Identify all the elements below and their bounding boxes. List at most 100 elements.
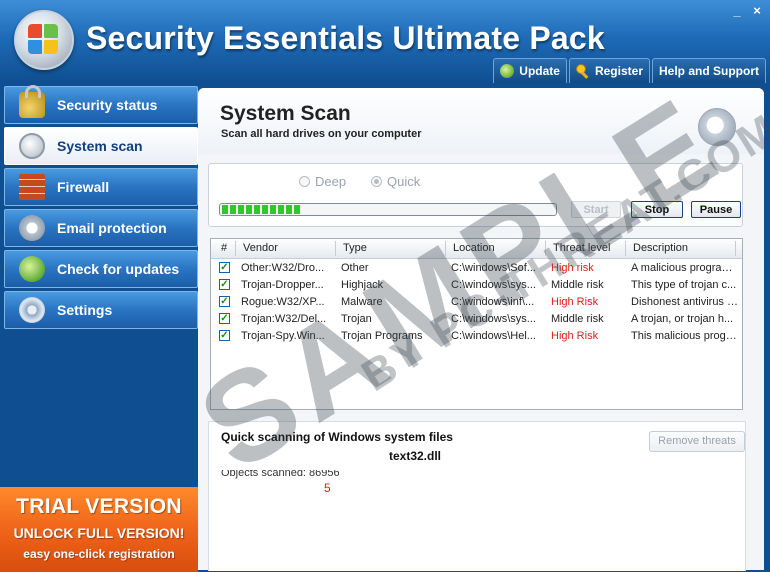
location-cell: C:\windows\Hel... xyxy=(451,330,536,342)
description-cell: A malicious program ... xyxy=(631,262,739,274)
sidebar-item-label: Firewall xyxy=(57,179,110,195)
col-description[interactable]: Description xyxy=(633,242,688,254)
remove-threats-button[interactable]: Remove threats xyxy=(649,431,745,452)
trial-title: TRIAL VERSION xyxy=(16,495,182,518)
vendor-cell: Trojan-Dropper... xyxy=(241,279,324,291)
sidebar-item-label: Security status xyxy=(57,97,158,113)
scan-controls: Deep Quick Start Stop Pause xyxy=(208,163,743,227)
main-header: System Scan Scan all hard drives on your… xyxy=(198,88,764,154)
main-panel: System Scan Scan all hard drives on your… xyxy=(198,88,764,571)
sidebar-item-system-scan[interactable]: System scan xyxy=(4,127,198,165)
close-button[interactable]: × xyxy=(750,4,764,18)
sidebar-item-settings[interactable]: Settings xyxy=(4,291,198,329)
row-checkbox[interactable]: ✓ xyxy=(219,330,230,341)
update-icon xyxy=(500,64,515,78)
sidebar: Security status System scan Firewall Ema… xyxy=(4,85,198,486)
register-button[interactable]: Register xyxy=(568,58,650,83)
app-logo-icon xyxy=(14,10,74,70)
col-threat-level[interactable]: Threat level xyxy=(553,242,610,254)
trial-banner[interactable]: TRIAL VERSION UNLOCK FULL VERSION! easy … xyxy=(0,487,198,572)
scan-status-panel: Quick scanning of Windows system files t… xyxy=(208,421,746,571)
sidebar-item-label: Email protection xyxy=(57,220,167,236)
pause-button[interactable]: Pause xyxy=(691,201,741,218)
scan-progress-bar xyxy=(219,203,557,216)
vendor-cell: Trojan-Spy.Win... xyxy=(241,330,325,342)
table-row[interactable]: ✓ Trojan-Spy.Win... Trojan Programs C:\wind… xyxy=(211,328,742,345)
threat-level-cell: Middle risk xyxy=(551,279,604,291)
top-toolbar: Update Register Help and Support xyxy=(493,58,766,83)
col-number[interactable]: # xyxy=(221,242,227,254)
start-button[interactable]: Start xyxy=(571,201,621,218)
col-type[interactable]: Type xyxy=(343,242,367,254)
vendor-cell: Rogue:W32/XP... xyxy=(241,296,325,308)
quick-label: Quick xyxy=(387,174,421,189)
help-label: Help and Support xyxy=(659,64,759,78)
sidebar-item-check-updates[interactable]: Check for updates xyxy=(4,250,198,288)
location-cell: C:\windows\inf\... xyxy=(451,296,535,308)
title-bar: Security Essentials Ultimate Pack _ × Up… xyxy=(0,0,770,83)
type-cell: Other xyxy=(341,262,369,274)
radio-circle-icon xyxy=(299,176,310,187)
table-row[interactable]: ✓ Rogue:W32/XP... Malware C:\windows\inf\..… xyxy=(211,294,742,311)
minimize-button[interactable]: _ xyxy=(730,4,744,18)
vendor-cell: Other:W32/Dro... xyxy=(241,262,325,274)
sidebar-item-label: System scan xyxy=(57,138,143,154)
deep-label: Deep xyxy=(315,174,347,189)
update-button[interactable]: Update xyxy=(493,58,567,83)
type-cell: Trojan xyxy=(341,313,372,325)
help-support-button[interactable]: Help and Support xyxy=(652,58,766,83)
col-location[interactable]: Location xyxy=(453,242,495,254)
row-checkbox[interactable]: ✓ xyxy=(219,313,230,324)
location-cell: C:\windows\Sof... xyxy=(451,262,536,274)
table-header: # Vendor Type Location Threat level Desc… xyxy=(211,239,742,259)
table-row[interactable]: ✓ Trojan:W32/Del... Trojan C:\windows\sys..… xyxy=(211,311,742,328)
description-cell: This type of trojan c... xyxy=(631,279,737,291)
row-checkbox[interactable]: ✓ xyxy=(219,296,230,307)
registration-text: easy one-click registration xyxy=(23,547,175,561)
scan-status-title: Quick scanning of Windows system files xyxy=(221,430,453,444)
table-row[interactable]: ✓ Trojan-Dropper... Highjack C:\windows\sys… xyxy=(211,277,742,294)
quick-scan-radio[interactable]: Quick xyxy=(371,174,420,189)
threats-count: 5 xyxy=(324,481,331,495)
email-icon xyxy=(19,215,45,241)
page-subtitle: Scan all hard drives on your computer xyxy=(221,128,422,140)
scan-icon xyxy=(19,133,45,159)
sidebar-item-email-protection[interactable]: Email protection xyxy=(4,209,198,247)
threat-level-cell: High risk xyxy=(551,262,594,274)
threat-level-cell: High Risk xyxy=(551,330,599,342)
update-icon xyxy=(19,256,45,282)
description-cell: This malicious progra... xyxy=(631,330,739,342)
firewall-icon xyxy=(19,174,45,200)
type-cell: Highjack xyxy=(341,279,384,291)
gear-icon xyxy=(19,297,45,323)
objects-scanned: Objects scanned: 86956 xyxy=(221,467,340,479)
description-cell: Dishonest antivirus s... xyxy=(631,296,739,308)
page-title: System Scan xyxy=(220,102,351,125)
table-row[interactable]: ✓ Other:W32/Dro... Other C:\windows\Sof... H… xyxy=(211,260,742,277)
unlock-text: UNLOCK FULL VERSION! xyxy=(13,525,185,541)
vendor-cell: Trojan:W32/Del... xyxy=(241,313,327,325)
type-cell: Malware xyxy=(341,296,383,308)
threats-table: # Vendor Type Location Threat level Desc… xyxy=(210,238,743,410)
current-file: text32.dll xyxy=(388,449,442,463)
sidebar-item-firewall[interactable]: Firewall xyxy=(4,168,198,206)
key-icon xyxy=(575,64,590,78)
magnifier-icon xyxy=(698,108,736,146)
sidebar-item-label: Check for updates xyxy=(57,261,180,277)
register-label: Register xyxy=(594,64,643,78)
description-cell: A trojan, or trojan h... xyxy=(631,313,734,325)
location-cell: C:\windows\sys... xyxy=(451,279,536,291)
lock-icon xyxy=(19,85,45,118)
row-checkbox[interactable]: ✓ xyxy=(219,279,230,290)
sidebar-item-label: Settings xyxy=(57,302,113,318)
deep-scan-radio[interactable]: Deep xyxy=(299,174,346,189)
app-title: Security Essentials Ultimate Pack xyxy=(86,20,605,56)
threat-level-cell: High Risk xyxy=(551,296,599,308)
stop-button[interactable]: Stop xyxy=(631,201,683,218)
type-cell: Trojan Programs xyxy=(341,330,423,342)
threat-level-cell: Middle risk xyxy=(551,313,604,325)
sidebar-item-security-status[interactable]: Security status xyxy=(4,85,198,124)
row-checkbox[interactable]: ✓ xyxy=(219,262,230,273)
col-vendor[interactable]: Vendor xyxy=(243,242,278,254)
update-label: Update xyxy=(519,64,560,78)
